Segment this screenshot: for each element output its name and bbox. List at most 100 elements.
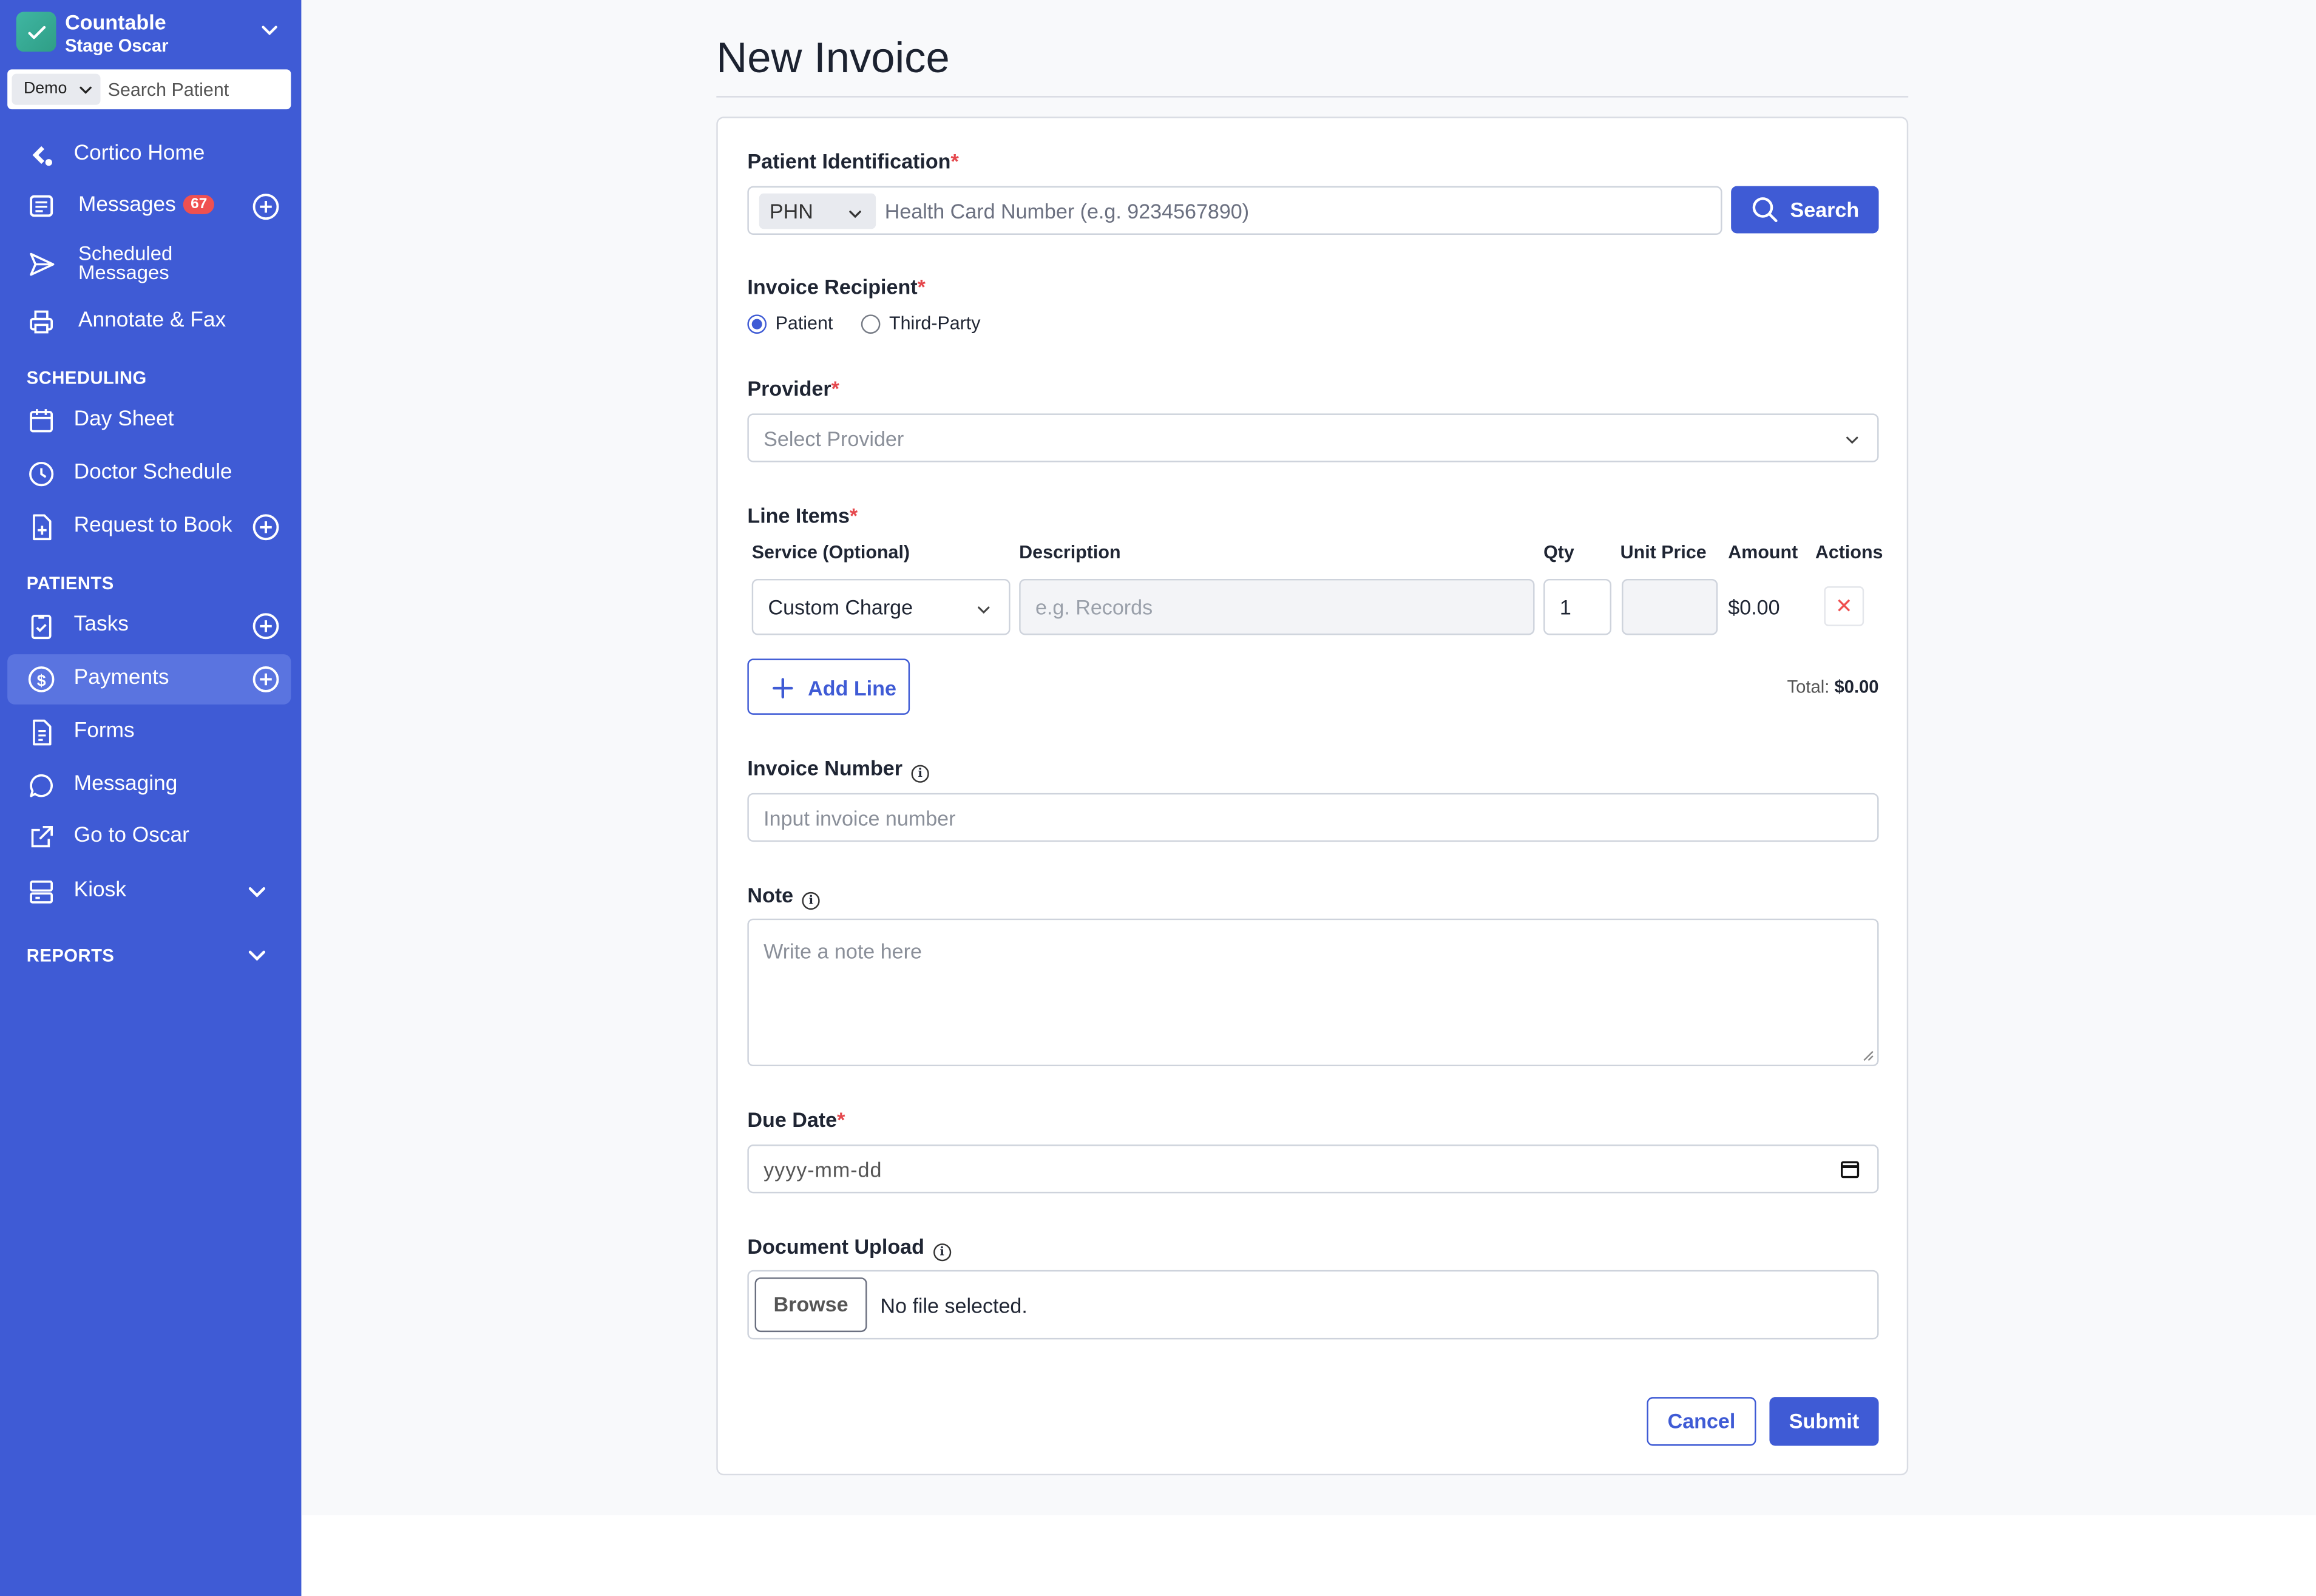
nav-payments[interactable]: $ Payments — [7, 654, 291, 705]
nav-forms[interactable]: Forms — [7, 708, 291, 758]
column-header-actions: Actions — [1815, 542, 1883, 563]
info-icon[interactable]: i — [933, 1243, 951, 1262]
service-value: Custom Charge — [768, 595, 913, 619]
invoice-number-input[interactable]: Input invoice number — [747, 793, 1879, 842]
total-value: $0.00 — [1834, 676, 1879, 697]
invoice-number-label: Invoice Number i — [747, 756, 929, 783]
cortico-logo-icon — [32, 146, 52, 166]
nav-label: Messaging — [73, 772, 178, 796]
unit-price-input[interactable] — [1622, 578, 1718, 635]
nav-go-to-oscar[interactable]: Go to Oscar — [7, 812, 291, 862]
info-icon[interactable]: i — [802, 891, 820, 910]
line-items-label: Line Items* — [747, 503, 858, 527]
calendar-icon[interactable] — [1840, 1159, 1860, 1178]
recipient-patient-label: Patient — [775, 313, 833, 334]
search-scope-value: Demo — [23, 79, 67, 98]
search-scope-select[interactable]: Demo — [12, 73, 101, 105]
message-icon — [30, 195, 53, 217]
info-icon[interactable]: i — [911, 765, 929, 783]
org-logo-icon — [16, 12, 56, 52]
nav-tasks[interactable]: Tasks — [7, 601, 291, 651]
note-label: Note i — [747, 883, 820, 910]
submit-button[interactable]: Submit — [1769, 1397, 1879, 1446]
add-booking-icon[interactable] — [251, 512, 281, 542]
note-textarea[interactable]: Write a note here — [747, 918, 1879, 1067]
nav-kiosk[interactable]: Kiosk — [7, 867, 291, 918]
section-patients: PATIENTS — [26, 573, 114, 594]
org-name: Countable — [65, 10, 166, 34]
file-status-text: No file selected. — [880, 1293, 1028, 1317]
nav-reports[interactable]: REPORTS — [7, 930, 291, 978]
nav-annotate-fax[interactable]: Annotate & Fax — [7, 297, 291, 347]
clock-icon — [29, 462, 54, 487]
dollar-circle-icon: $ — [28, 666, 55, 692]
add-task-icon[interactable] — [251, 612, 281, 641]
chevron-down-icon — [1846, 436, 1858, 444]
add-line-button[interactable]: Add Line — [747, 658, 910, 715]
page-title: New Invoice — [716, 35, 950, 83]
required-marker: * — [831, 376, 839, 401]
org-switcher[interactable]: Countable Stage Oscar — [16, 9, 291, 59]
provider-label: Provider* — [747, 376, 839, 401]
recipient-third-party-label: Third-Party — [889, 313, 981, 334]
browse-button[interactable]: Browse — [754, 1277, 867, 1333]
nav-label: Day Sheet — [73, 407, 174, 431]
resize-handle-icon[interactable] — [1863, 1050, 1874, 1061]
due-date-label: Due Date* — [747, 1107, 845, 1132]
nav-label: Request to Book — [73, 513, 232, 538]
plus-icon — [773, 678, 793, 698]
nav-messaging[interactable]: Messaging — [7, 760, 291, 811]
add-message-icon[interactable] — [251, 192, 281, 221]
health-card-input[interactable]: Health Card Number (e.g. 9234567890) — [885, 200, 1249, 223]
document-icon — [33, 719, 52, 746]
document-plus-icon — [33, 514, 52, 541]
cancel-button[interactable]: Cancel — [1647, 1397, 1756, 1446]
nav-request-to-book[interactable]: Request to Book — [7, 502, 291, 552]
description-placeholder: e.g. Records — [1035, 595, 1153, 619]
chevron-down-icon — [849, 211, 861, 218]
kiosk-icon — [30, 881, 53, 904]
id-type-value: PHN — [769, 199, 813, 223]
patient-search: Demo — [7, 69, 291, 110]
id-type-select[interactable]: PHN — [759, 193, 876, 229]
nav-label: Cortico Home — [73, 141, 205, 166]
nav-doctor-schedule[interactable]: Doctor Schedule — [7, 449, 291, 499]
column-header-amount: Amount — [1728, 542, 1798, 563]
service-select[interactable]: Custom Charge — [751, 578, 1011, 635]
chevron-down-icon[interactable] — [260, 21, 279, 40]
nav-label: Forms — [73, 719, 135, 743]
sidebar: Countable Stage Oscar Demo Cortico Home … — [0, 0, 302, 1596]
description-input[interactable]: e.g. Records — [1019, 578, 1535, 635]
search-button[interactable]: Search — [1731, 186, 1879, 234]
nav-messages[interactable]: Messages 67 — [7, 181, 291, 232]
column-header-service: Service (Optional) — [751, 542, 910, 563]
file-upload-field: Browse No file selected. — [747, 1270, 1879, 1340]
svg-text:$: $ — [37, 671, 46, 689]
provider-select[interactable]: Select Provider — [747, 413, 1879, 462]
recipient-patient-radio[interactable] — [747, 314, 767, 334]
nav-label: Messages — [78, 193, 176, 217]
nav-label: Tasks — [73, 612, 129, 637]
delete-line-button[interactable]: ✕ — [1824, 586, 1864, 626]
due-date-input[interactable]: yyyy-mm-dd — [747, 1145, 1879, 1194]
patient-identification-label: Patient Identification* — [747, 149, 959, 173]
nav-cortico-home[interactable]: Cortico Home — [7, 130, 291, 180]
column-header-unit-price: Unit Price — [1620, 542, 1707, 563]
qty-input[interactable]: 1 — [1543, 578, 1612, 635]
add-payment-icon[interactable] — [251, 664, 281, 694]
chevron-down-icon[interactable] — [246, 945, 267, 966]
chevron-down-icon — [80, 86, 92, 94]
nav-day-sheet[interactable]: Day Sheet — [7, 396, 291, 446]
nav-label: Kiosk — [73, 878, 126, 902]
section-reports: REPORTS — [26, 945, 115, 966]
search-patient-input[interactable] — [107, 75, 285, 104]
recipient-third-party-radio[interactable] — [861, 314, 881, 334]
nav-scheduled-messages[interactable]: Scheduled Messages — [7, 239, 291, 289]
provider-placeholder: Select Provider — [764, 427, 904, 451]
add-line-label: Add Line — [808, 676, 896, 700]
health-card-field[interactable]: PHN Health Card Number (e.g. 9234567890) — [747, 186, 1722, 235]
calendar-icon — [30, 409, 53, 433]
search-icon — [1752, 197, 1778, 223]
line-amount: $0.00 — [1728, 595, 1780, 619]
chevron-down-icon[interactable] — [246, 882, 267, 902]
